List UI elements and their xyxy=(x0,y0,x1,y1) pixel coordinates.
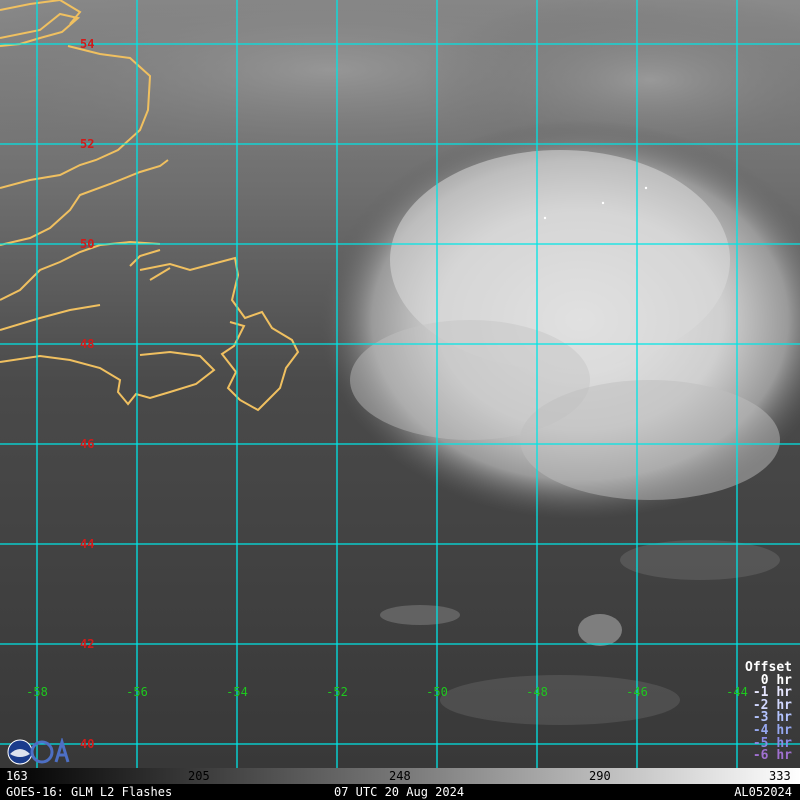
lon-label-54: -54 xyxy=(226,685,248,699)
lon-label-50: -50 xyxy=(426,685,448,699)
satellite-imagery xyxy=(0,0,800,768)
lat-label-54: 54 xyxy=(80,37,95,51)
flash-dot xyxy=(644,186,648,190)
offset-legend: Offset 0 hr -1 hr -2 hr -3 hr -4 hr -5 h… xyxy=(745,661,792,764)
flash-dot xyxy=(601,201,605,205)
noaa-logo-icon xyxy=(7,738,70,765)
colorbar-tick: 290 xyxy=(589,769,611,783)
lat-label-46: 46 xyxy=(80,437,95,451)
product-label: GOES-16: GLM L2 Flashes xyxy=(6,785,173,799)
timestamp-label: 07 UTC 20 Aug 2024 xyxy=(334,785,465,799)
lat-label-50: 50 xyxy=(80,237,95,251)
legend-item: -6 hr xyxy=(752,748,792,764)
lon-label-58: -58 xyxy=(26,685,48,699)
colorbar-tick: 205 xyxy=(188,769,210,783)
colorbar-tick: 333 xyxy=(769,769,791,783)
colorbar-tick: 248 xyxy=(389,769,411,783)
lat-label-48: 48 xyxy=(80,337,95,351)
lat-label-42: 42 xyxy=(80,637,95,651)
colorbar-tick: 163 xyxy=(6,769,28,783)
lat-label-40: 40 xyxy=(80,737,95,751)
lon-label-46: -46 xyxy=(626,685,648,699)
lon-label-56: -56 xyxy=(126,685,148,699)
storm-id-label: AL052024 xyxy=(734,785,792,799)
flash-dot xyxy=(543,216,547,220)
lon-label-48: -48 xyxy=(526,685,548,699)
footer-bar: GOES-16: GLM L2 Flashes 07 UTC 20 Aug 20… xyxy=(0,784,800,800)
satellite-map-view: 54 52 50 48 46 44 42 40 -58 -56 -54 -52 … xyxy=(0,0,800,800)
lat-label-44: 44 xyxy=(80,537,95,551)
lat-label-52: 52 xyxy=(80,137,95,151)
lon-label-52: -52 xyxy=(326,685,348,699)
